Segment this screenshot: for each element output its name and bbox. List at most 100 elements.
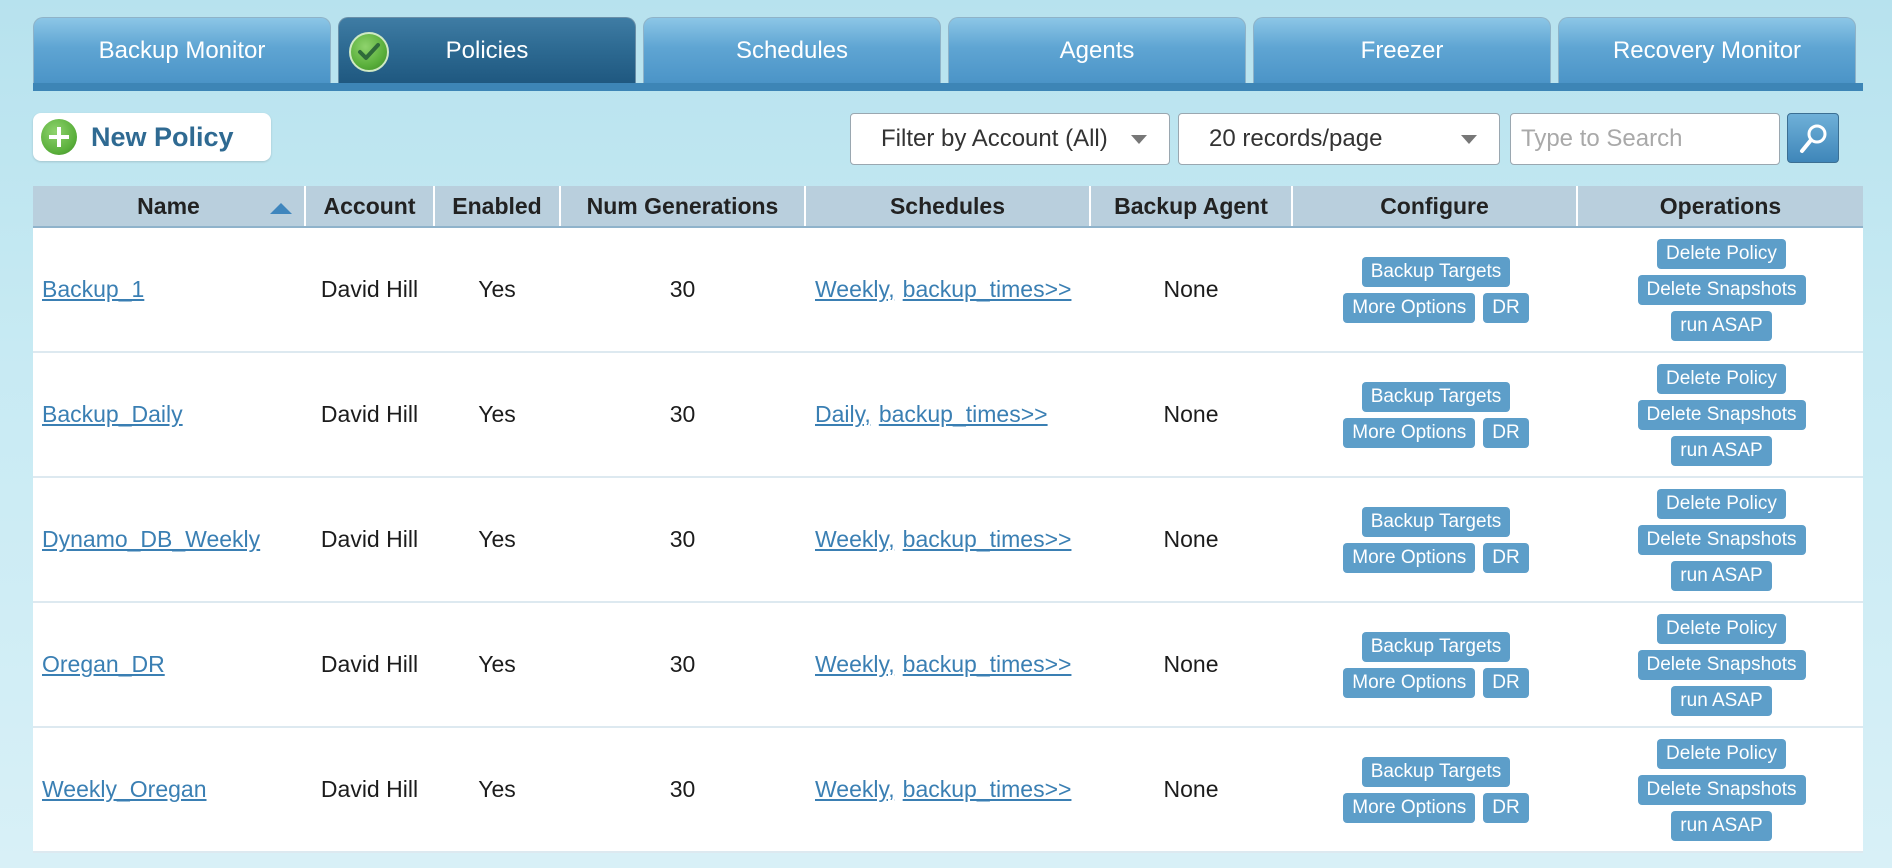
run-asap-button[interactable]: run ASAP: [1671, 310, 1772, 341]
column-header-label: Name: [137, 192, 200, 219]
column-header-account[interactable]: Account: [305, 186, 435, 228]
tab-freezer[interactable]: Freezer: [1253, 17, 1551, 83]
dr-button[interactable]: DR: [1483, 417, 1529, 448]
generations-cell: 30: [560, 477, 805, 603]
account-cell: David Hill: [305, 727, 434, 853]
schedule-link[interactable]: Weekly,: [815, 651, 895, 677]
column-header-name[interactable]: Name: [33, 186, 306, 228]
delete-policy-button[interactable]: Delete Policy: [1657, 613, 1786, 644]
schedule-link[interactable]: Daily,: [815, 401, 871, 427]
schedule-link[interactable]: Weekly,: [815, 276, 895, 302]
policy-name-link[interactable]: Backup_Daily: [42, 401, 183, 427]
dr-button[interactable]: DR: [1483, 292, 1529, 323]
column-header-schedules[interactable]: Schedules: [805, 186, 1091, 228]
main-tabs: Backup Monitor Policies Schedules Agents…: [33, 17, 1863, 91]
check-icon: [349, 32, 389, 72]
page-size-select[interactable]: 20 records/page: [1178, 113, 1500, 165]
backup-agent-cell: None: [1090, 227, 1292, 353]
table-row: Backup_1 David Hill Yes 30 Weekly, backup…: [33, 227, 1863, 353]
dr-button[interactable]: DR: [1483, 667, 1529, 698]
schedule-link[interactable]: Weekly,: [815, 776, 895, 802]
more-options-button[interactable]: More Options: [1343, 792, 1476, 823]
enabled-cell: Yes: [434, 602, 560, 728]
column-header-backup-agent[interactable]: Backup Agent: [1090, 186, 1293, 228]
column-header-enabled[interactable]: Enabled: [434, 186, 561, 228]
backup-times-link[interactable]: backup_times>>: [879, 401, 1048, 427]
backup-targets-button[interactable]: Backup Targets: [1361, 631, 1511, 662]
enabled-cell: Yes: [434, 352, 560, 478]
delete-policy-button[interactable]: Delete Policy: [1657, 488, 1786, 519]
more-options-button[interactable]: More Options: [1343, 542, 1476, 573]
policy-name-link[interactable]: Backup_1: [42, 276, 144, 302]
tab-strip: [33, 83, 1863, 91]
run-asap-button[interactable]: run ASAP: [1671, 435, 1772, 466]
backup-targets-button[interactable]: Backup Targets: [1361, 256, 1511, 287]
table-header-row: Name Account Enabled Num Generations Sch…: [33, 186, 1863, 228]
delete-policy-button[interactable]: Delete Policy: [1657, 238, 1786, 269]
delete-snapshots-button[interactable]: Delete Snapshots: [1637, 399, 1806, 430]
account-filter-select[interactable]: Filter by Account (All): [850, 113, 1170, 165]
account-filter-value: Filter by Account (All): [881, 125, 1108, 152]
page-size-value: 20 records/page: [1209, 125, 1383, 152]
search-input[interactable]: [1510, 113, 1780, 165]
tab-schedules[interactable]: Schedules: [643, 17, 941, 83]
tab-recovery-monitor[interactable]: Recovery Monitor: [1558, 17, 1856, 83]
backup-times-link[interactable]: backup_times>>: [903, 276, 1072, 302]
tab-policies[interactable]: Policies: [338, 17, 636, 83]
delete-policy-button[interactable]: Delete Policy: [1657, 363, 1786, 394]
column-header-label: Num Generations: [586, 192, 779, 219]
tab-agents[interactable]: Agents: [948, 17, 1246, 83]
delete-snapshots-button[interactable]: Delete Snapshots: [1637, 774, 1806, 805]
backup-targets-button[interactable]: Backup Targets: [1361, 756, 1511, 787]
backup-times-link[interactable]: backup_times>>: [903, 776, 1072, 802]
delete-snapshots-button[interactable]: Delete Snapshots: [1637, 649, 1806, 680]
run-asap-button[interactable]: run ASAP: [1671, 685, 1772, 716]
more-options-button[interactable]: More Options: [1343, 667, 1476, 698]
enabled-cell: Yes: [434, 477, 560, 603]
search-icon: [1800, 124, 1827, 153]
backup-times-link[interactable]: backup_times>>: [903, 651, 1072, 677]
tab-backup-monitor[interactable]: Backup Monitor: [33, 17, 331, 83]
run-asap-button[interactable]: run ASAP: [1671, 810, 1772, 841]
column-header-configure: Configure: [1292, 186, 1578, 228]
generations-cell: 30: [560, 727, 805, 853]
delete-snapshots-button[interactable]: Delete Snapshots: [1637, 524, 1806, 555]
dr-button[interactable]: DR: [1483, 542, 1529, 573]
run-asap-button[interactable]: run ASAP: [1671, 560, 1772, 591]
generations-cell: 30: [560, 602, 805, 728]
enabled-cell: Yes: [434, 727, 560, 853]
table-row: Backup_Daily David Hill Yes 30 Daily, bac…: [33, 352, 1863, 478]
column-header-label: Configure: [1380, 192, 1489, 219]
generations-cell: 30: [560, 227, 805, 353]
more-options-button[interactable]: More Options: [1343, 417, 1476, 448]
policy-name-link[interactable]: Dynamo_DB_Weekly: [42, 526, 260, 552]
backup-times-link[interactable]: backup_times>>: [903, 526, 1072, 552]
chevron-down-icon: [1461, 135, 1477, 144]
account-cell: David Hill: [305, 602, 434, 728]
policies-table: Name Account Enabled Num Generations Sch…: [33, 186, 1863, 853]
sort-asc-icon: [270, 203, 292, 214]
table-row: Dynamo_DB_Weekly David Hill Yes 30 Weekl…: [33, 477, 1863, 603]
dr-button[interactable]: DR: [1483, 792, 1529, 823]
table-row: Oregan_DR David Hill Yes 30 Weekly, backu…: [33, 602, 1863, 728]
new-policy-label: New Policy: [91, 121, 234, 152]
schedule-link[interactable]: Weekly,: [815, 526, 895, 552]
generations-cell: 30: [560, 352, 805, 478]
column-header-label: Backup Agent: [1114, 192, 1268, 219]
tab-label: Freezer: [1360, 36, 1444, 64]
search-button[interactable]: [1787, 113, 1839, 163]
backup-targets-button[interactable]: Backup Targets: [1361, 506, 1511, 537]
tab-label: Backup Monitor: [98, 36, 266, 64]
new-policy-button[interactable]: New Policy: [33, 113, 271, 161]
table-row: Weekly_Oregan David Hill Yes 30 Weekly, b…: [33, 727, 1863, 853]
tab-label: Recovery Monitor: [1612, 36, 1802, 64]
delete-policy-button[interactable]: Delete Policy: [1657, 738, 1786, 769]
backup-agent-cell: None: [1090, 602, 1292, 728]
policy-name-link[interactable]: Oregan_DR: [42, 651, 165, 677]
backup-agent-cell: None: [1090, 352, 1292, 478]
policy-name-link[interactable]: Weekly_Oregan: [42, 776, 207, 802]
backup-targets-button[interactable]: Backup Targets: [1361, 381, 1511, 412]
delete-snapshots-button[interactable]: Delete Snapshots: [1637, 274, 1806, 305]
column-header-num-generations[interactable]: Num Generations: [560, 186, 806, 228]
more-options-button[interactable]: More Options: [1343, 292, 1476, 323]
